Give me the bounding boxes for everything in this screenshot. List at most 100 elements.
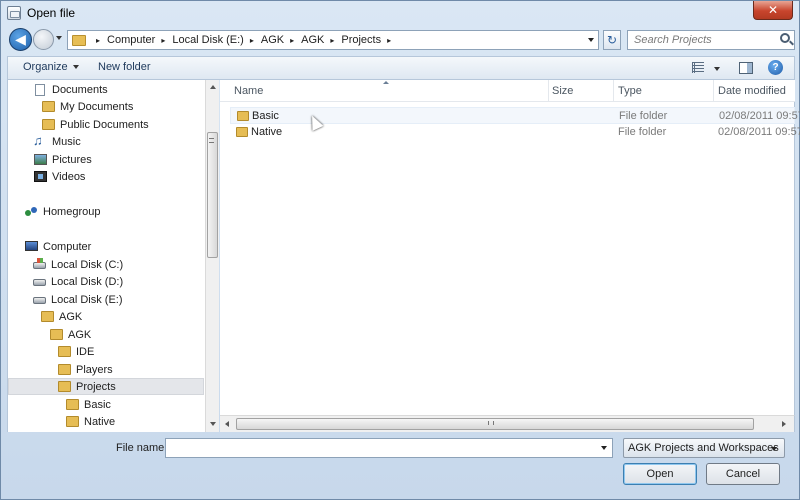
window-title: Open file (27, 6, 76, 20)
breadcrumb-separator-icon[interactable]: ▸ (290, 36, 294, 45)
help-icon[interactable]: ? (768, 60, 783, 75)
column-divider[interactable] (713, 80, 714, 102)
breadcrumb-separator-icon[interactable]: ▸ (250, 36, 254, 45)
breadcrumb-agk[interactable]: AGK (261, 34, 284, 46)
column-size[interactable]: Size (552, 85, 573, 97)
chevron-down-icon (771, 447, 777, 451)
disk-icon (33, 297, 46, 304)
preview-pane-icon[interactable] (739, 62, 753, 74)
sidebar-item-label: Computer (43, 241, 92, 253)
folder-icon (50, 329, 63, 340)
organize-button[interactable]: Organize (23, 61, 79, 73)
column-date-modified[interactable]: Date modified (718, 85, 786, 97)
file-name: Basic (252, 110, 279, 122)
folder-icon (236, 127, 248, 137)
scroll-up-icon[interactable] (210, 85, 216, 89)
folder-icon (42, 119, 55, 130)
breadcrumb-separator-icon[interactable]: ▸ (330, 36, 334, 45)
search-placeholder: Search Projects (634, 34, 712, 46)
search-input[interactable]: Search Projects (627, 30, 795, 50)
sidebar-item-label: Music (52, 136, 81, 148)
cancel-button[interactable]: Cancel (706, 463, 780, 485)
breadcrumb-local-disk-e[interactable]: Local Disk (E:) (172, 34, 244, 46)
app-icon (7, 6, 21, 20)
column-headers: Name Size Type Date modified (220, 80, 795, 102)
recent-locations-dropdown-icon[interactable] (56, 36, 62, 40)
scroll-left-icon[interactable] (225, 421, 229, 427)
videos-icon (34, 171, 47, 182)
navigation-pane-scrollbar[interactable] (205, 80, 219, 432)
homegroup-icon (25, 206, 39, 218)
breadcrumb-computer[interactable]: Computer (107, 34, 155, 46)
open-file-dialog: Open file ✕ ◀ ▸ Computer ▸ Local Disk (E… (0, 0, 800, 500)
column-type[interactable]: Type (618, 85, 642, 97)
sidebar-item-label: Local Disk (D:) (51, 276, 124, 288)
breadcrumb-separator-icon[interactable]: ▸ (161, 36, 165, 45)
file-list-scrollbar[interactable] (220, 415, 795, 432)
title-bar: Open file ✕ (1, 1, 799, 25)
close-button[interactable]: ✕ (753, 1, 793, 20)
scroll-right-icon[interactable] (782, 421, 786, 427)
sidebar-item-label: Native (84, 416, 116, 428)
music-icon (33, 133, 46, 149)
breadcrumb-agk-2[interactable]: AGK (301, 34, 324, 46)
disk-icon (33, 279, 46, 286)
scrollbar-grip-icon (209, 138, 214, 143)
folder-icon (58, 346, 71, 357)
address-bar[interactable]: ▸ Computer ▸ Local Disk (E:) ▸ AGK ▸ AGK… (67, 30, 599, 50)
sidebar-item-label: Basic (84, 399, 111, 411)
sidebar-item-label: Projects (76, 381, 116, 393)
open-button[interactable]: Open (623, 463, 697, 485)
scrollbar-thumb[interactable] (236, 418, 754, 430)
sidebar-item-label: Videos (52, 171, 86, 183)
file-name-dropdown-icon[interactable] (601, 446, 607, 450)
sort-ascending-icon (383, 81, 389, 84)
folder-icon (66, 399, 79, 410)
column-divider[interactable] (613, 80, 614, 102)
sidebar-item-label: IDE (76, 346, 95, 358)
sidebar-item-label: Local Disk (E:) (51, 294, 123, 306)
command-bar: Organize New folder ? (7, 56, 795, 80)
file-type-filter-value: AGK Projects and Workspaces (628, 442, 779, 454)
folder-icon (42, 101, 55, 112)
search-icon[interactable] (780, 33, 790, 43)
sidebar-item-label: Documents (52, 84, 108, 96)
folder-icon (237, 111, 249, 121)
sidebar-item-label: Pictures (52, 154, 92, 166)
column-divider[interactable] (548, 80, 549, 102)
address-dropdown-icon[interactable] (588, 38, 594, 42)
file-list: Name Size Type Date modified Basic File … (220, 80, 800, 432)
disk-icon (33, 258, 46, 269)
sidebar-item-label: AGK (59, 311, 83, 323)
breadcrumb-separator-icon[interactable]: ▸ (387, 36, 391, 45)
navigation-pane: Documents My Documents Public Documents … (7, 80, 205, 432)
column-name[interactable]: Name (234, 85, 263, 97)
change-view-icon[interactable] (692, 62, 704, 73)
scroll-down-icon[interactable] (210, 422, 216, 426)
view-options-dropdown-icon[interactable] (714, 67, 720, 71)
file-type: File folder (619, 110, 668, 122)
file-type: File folder (618, 126, 667, 138)
refresh-button[interactable]: ↻ (603, 30, 621, 50)
computer-icon (25, 241, 38, 251)
new-folder-button[interactable]: New folder (98, 61, 151, 73)
file-type-filter[interactable]: AGK Projects and Workspaces (623, 438, 785, 458)
sidebar-item-label: Players (76, 364, 113, 376)
file-name: Native (251, 126, 283, 138)
file-date: 02/08/2011 09:57 (718, 126, 800, 138)
breadcrumb-separator-icon[interactable]: ▸ (96, 36, 100, 45)
file-date: 02/08/2011 09:57 (719, 110, 800, 122)
sidebar-item-label: Homegroup (43, 206, 101, 218)
sidebar-item-label: Public Documents (60, 119, 149, 131)
scrollbar-grip-icon (488, 421, 494, 425)
navigation-bar: ◀ ▸ Computer ▸ Local Disk (E:) ▸ AGK ▸ A… (7, 28, 795, 52)
breadcrumb-projects[interactable]: Projects (341, 34, 381, 46)
back-button[interactable]: ◀ (9, 28, 32, 51)
folder-icon (41, 311, 54, 322)
folder-icon (58, 364, 71, 375)
sidebar-item-label: My Documents (60, 101, 134, 113)
scrollbar-thumb[interactable] (207, 132, 218, 258)
file-name-field[interactable] (165, 438, 613, 458)
forward-button[interactable] (33, 29, 54, 50)
sidebar-item-label: AGK (68, 329, 92, 341)
